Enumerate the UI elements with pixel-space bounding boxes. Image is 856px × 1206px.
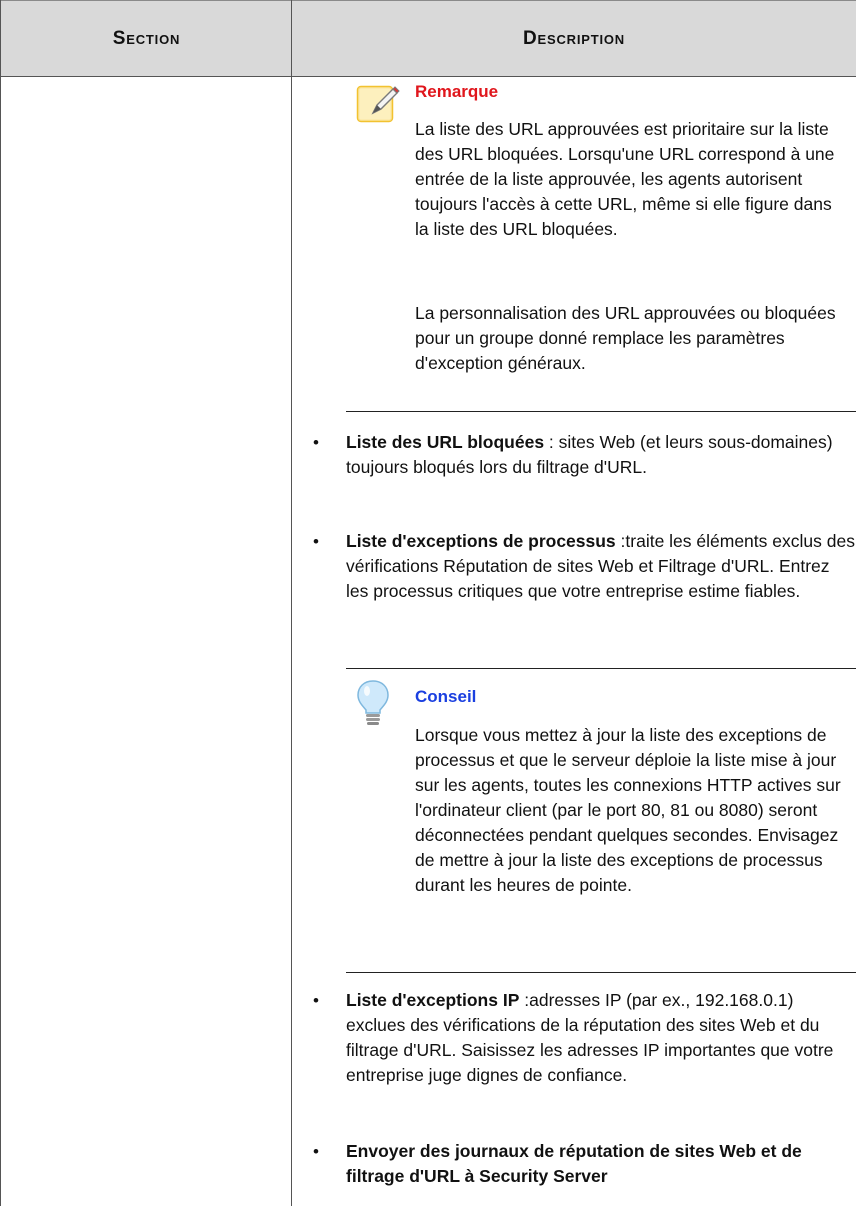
note-pencil-icon bbox=[356, 85, 400, 123]
note-paragraph: La personnalisation des URL approuvées o… bbox=[415, 303, 836, 373]
list-item: Liste d'exceptions IP :adresses IP (par … bbox=[346, 988, 841, 1088]
column-divider bbox=[291, 0, 292, 1206]
item-term: Envoyer des journaux de réputation de si… bbox=[346, 1141, 802, 1186]
note-paragraph: La liste des URL approuvées est priorita… bbox=[415, 119, 835, 239]
tip-end-rule bbox=[346, 972, 856, 973]
note-title: Remarque bbox=[415, 82, 499, 101]
list-item: Liste des URL bloquées : sites Web (et l… bbox=[346, 430, 846, 480]
column-header-description: Description bbox=[292, 0, 856, 77]
bullet-marker: • bbox=[313, 1142, 319, 1161]
tip-start-rule bbox=[346, 668, 856, 669]
item-term: Liste d'exceptions de processus bbox=[346, 531, 616, 551]
bullet-marker: • bbox=[313, 532, 319, 551]
note-end-rule bbox=[346, 411, 856, 412]
table-left-border bbox=[0, 0, 1, 1206]
tip-title: Conseil bbox=[415, 687, 477, 706]
settings-table: Section Description Remarque La liste de… bbox=[0, 0, 856, 1206]
tip-paragraph: Lorsque vous mettez à jour la liste des … bbox=[415, 725, 841, 895]
list-item: Envoyer des journaux de réputation de si… bbox=[346, 1139, 846, 1189]
item-term: Liste des URL bloquées bbox=[346, 432, 545, 452]
header-divider bbox=[0, 76, 856, 77]
bullet-marker: • bbox=[313, 991, 319, 1010]
lightbulb-icon bbox=[357, 680, 389, 725]
bullet-marker: • bbox=[313, 433, 319, 452]
list-item: Liste d'exceptions de processus :traite … bbox=[346, 529, 856, 604]
item-term: Liste d'exceptions IP bbox=[346, 990, 520, 1010]
column-header-section: Section bbox=[0, 0, 292, 77]
